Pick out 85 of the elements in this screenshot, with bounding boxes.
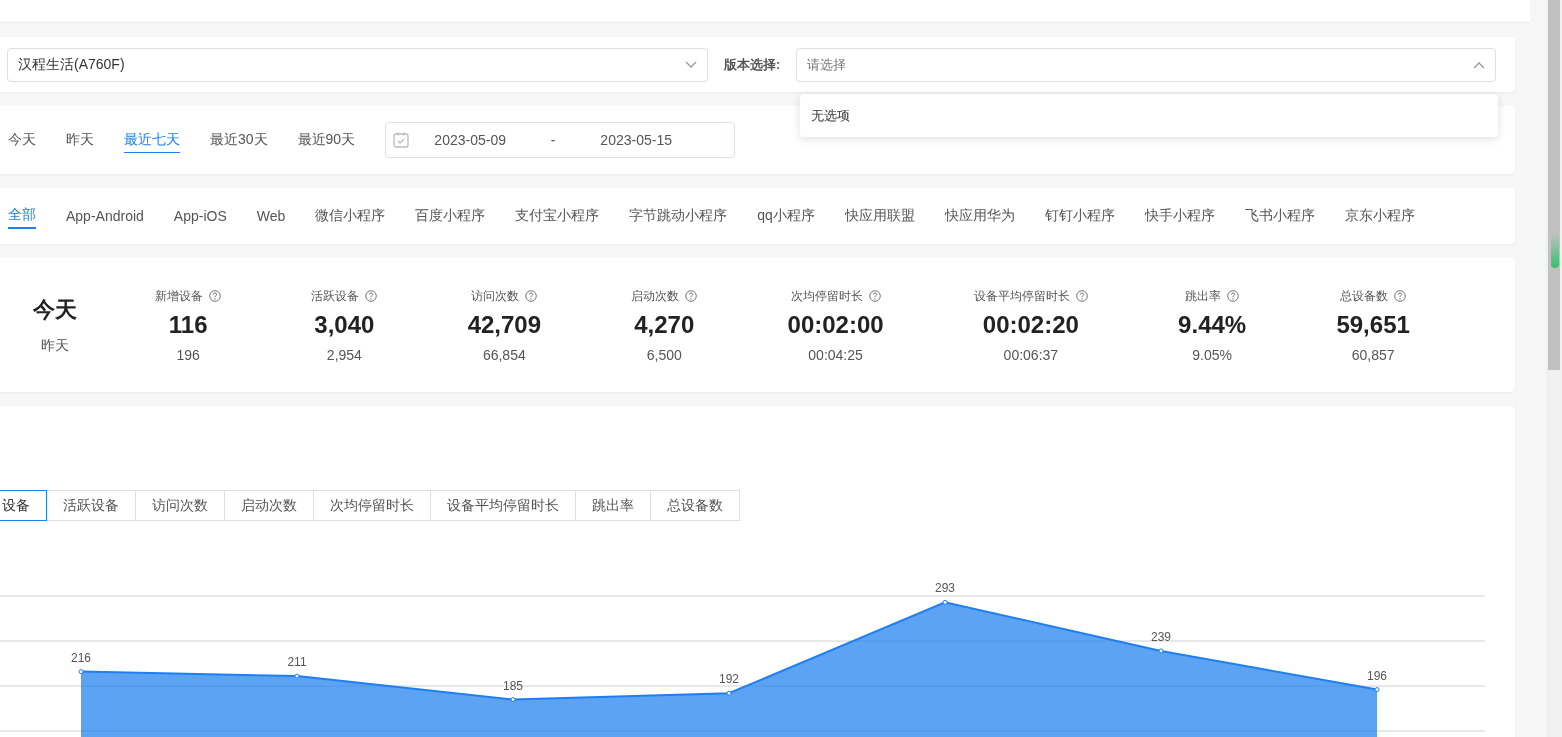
data-point — [1158, 648, 1164, 654]
metric-name: 访问次数 — [471, 287, 520, 305]
platform-tab[interactable]: App-Android — [66, 205, 144, 227]
platform-tab[interactable]: 支付宝小程序 — [515, 204, 600, 228]
metric-value: 4,270 — [634, 310, 695, 339]
metric-name: 总设备数 — [1340, 287, 1389, 305]
metric-value: 9.44% — [1178, 310, 1247, 339]
date-range-field[interactable]: 2023-05-09 - 2023-05-15 — [385, 122, 736, 158]
help-icon[interactable] — [209, 290, 222, 302]
platform-tab[interactable]: App-iOS — [173, 205, 227, 227]
metric-name: 启动次数 — [631, 287, 680, 305]
data-point — [510, 697, 516, 702]
help-icon[interactable] — [685, 290, 698, 302]
metric-value: 59,651 — [1336, 310, 1410, 339]
data-label: 185 — [503, 678, 523, 693]
yesterday-label: 昨天 — [41, 337, 69, 355]
metric-name: 跳出率 — [1185, 287, 1222, 305]
platform-tab[interactable]: 快应用华为 — [944, 204, 1015, 228]
metric-tab[interactable]: 设备 — [0, 490, 47, 521]
metric-name: 活跃设备 — [311, 287, 360, 305]
platform-tab[interactable]: 全部 — [8, 203, 36, 229]
previous-value: 9.05% — [1192, 346, 1232, 363]
data-label: 192 — [719, 672, 739, 687]
previous-value: 66,854 — [482, 346, 526, 363]
platform-tab[interactable]: 快应用联盟 — [844, 204, 915, 228]
platform-tab[interactable]: 飞书小程序 — [1244, 204, 1315, 228]
metric-tab[interactable]: 活跃设备 — [46, 490, 136, 521]
metric-name: 设备平均停留时长 — [973, 287, 1070, 305]
metric-tab[interactable]: 总设备数 — [650, 490, 740, 521]
metric-tab[interactable]: 访问次数 — [135, 490, 225, 521]
data-label: 196 — [1367, 668, 1387, 683]
platform-tab[interactable]: qq小程序 — [757, 204, 815, 228]
metric-value: 00:02:00 — [787, 310, 884, 339]
caret-icon — [1473, 61, 1486, 69]
date-range-tab[interactable]: 昨天 — [66, 128, 94, 152]
previous-value: 2,954 — [326, 346, 362, 363]
device-select[interactable]: 汉程生活(A760F) — [7, 48, 708, 82]
platform-tab[interactable]: 钉钉小程序 — [1044, 204, 1115, 228]
help-icon[interactable] — [525, 290, 538, 302]
calendar-icon — [392, 131, 411, 149]
help-icon[interactable] — [1075, 290, 1088, 302]
metric-tab[interactable]: 设备平均停留时长 — [430, 490, 576, 521]
data-label: 239 — [1151, 629, 1171, 644]
metric-value: 116 — [168, 310, 208, 339]
version-select[interactable]: 请选择 — [796, 48, 1497, 82]
metric-name: 新增设备 — [155, 287, 204, 305]
metric-tab[interactable]: 启动次数 — [224, 490, 314, 521]
metric-value: 00:02:20 — [982, 310, 1079, 339]
data-label: 293 — [935, 581, 955, 596]
data-point — [726, 690, 732, 696]
data-label: 216 — [71, 650, 91, 665]
metric-value: 3,040 — [314, 310, 375, 339]
previous-value: 196 — [176, 346, 200, 363]
data-point — [294, 673, 300, 679]
metric-tab[interactable]: 跳出率 — [575, 490, 651, 521]
metric-value: 42,709 — [467, 310, 542, 339]
date-range-tab[interactable]: 最近30天 — [210, 128, 268, 152]
platform-tab[interactable]: Web — [256, 205, 286, 227]
metric-name: 次均停留时长 — [790, 287, 863, 305]
platform-tab[interactable]: 快手小程序 — [1144, 204, 1215, 228]
date-range-tab[interactable]: 最近七天 — [124, 127, 180, 153]
platform-tab[interactable]: 京东小程序 — [1344, 204, 1415, 228]
date-range-tab[interactable]: 今天 — [8, 128, 36, 152]
previous-value: 60,857 — [1351, 346, 1395, 363]
scrollbar[interactable] — [1546, 0, 1562, 737]
data-label: 211 — [287, 655, 307, 670]
caret-icon — [685, 61, 697, 69]
data-point — [78, 669, 84, 675]
platform-tab[interactable]: 字节跳动小程序 — [629, 204, 728, 228]
previous-value: 6,500 — [646, 346, 682, 363]
data-point — [942, 599, 948, 605]
help-icon[interactable] — [868, 290, 881, 302]
metric-tab[interactable]: 次均停留时长 — [313, 490, 431, 521]
platform-tab[interactable]: 微信小程序 — [315, 204, 386, 228]
help-icon[interactable] — [1227, 290, 1240, 302]
help-icon[interactable] — [1394, 290, 1407, 302]
empty-option: 无选项 — [811, 106, 850, 125]
help-icon[interactable] — [365, 290, 378, 302]
platform-tab[interactable]: 百度小程序 — [415, 204, 486, 228]
today-label: 今天 — [33, 296, 77, 324]
data-point — [1374, 687, 1380, 693]
previous-value: 00:06:37 — [1003, 346, 1059, 363]
previous-value: 00:04:25 — [808, 346, 863, 363]
version-label: 版本选择: — [724, 56, 781, 74]
date-range-tab[interactable]: 最近90天 — [297, 128, 356, 152]
